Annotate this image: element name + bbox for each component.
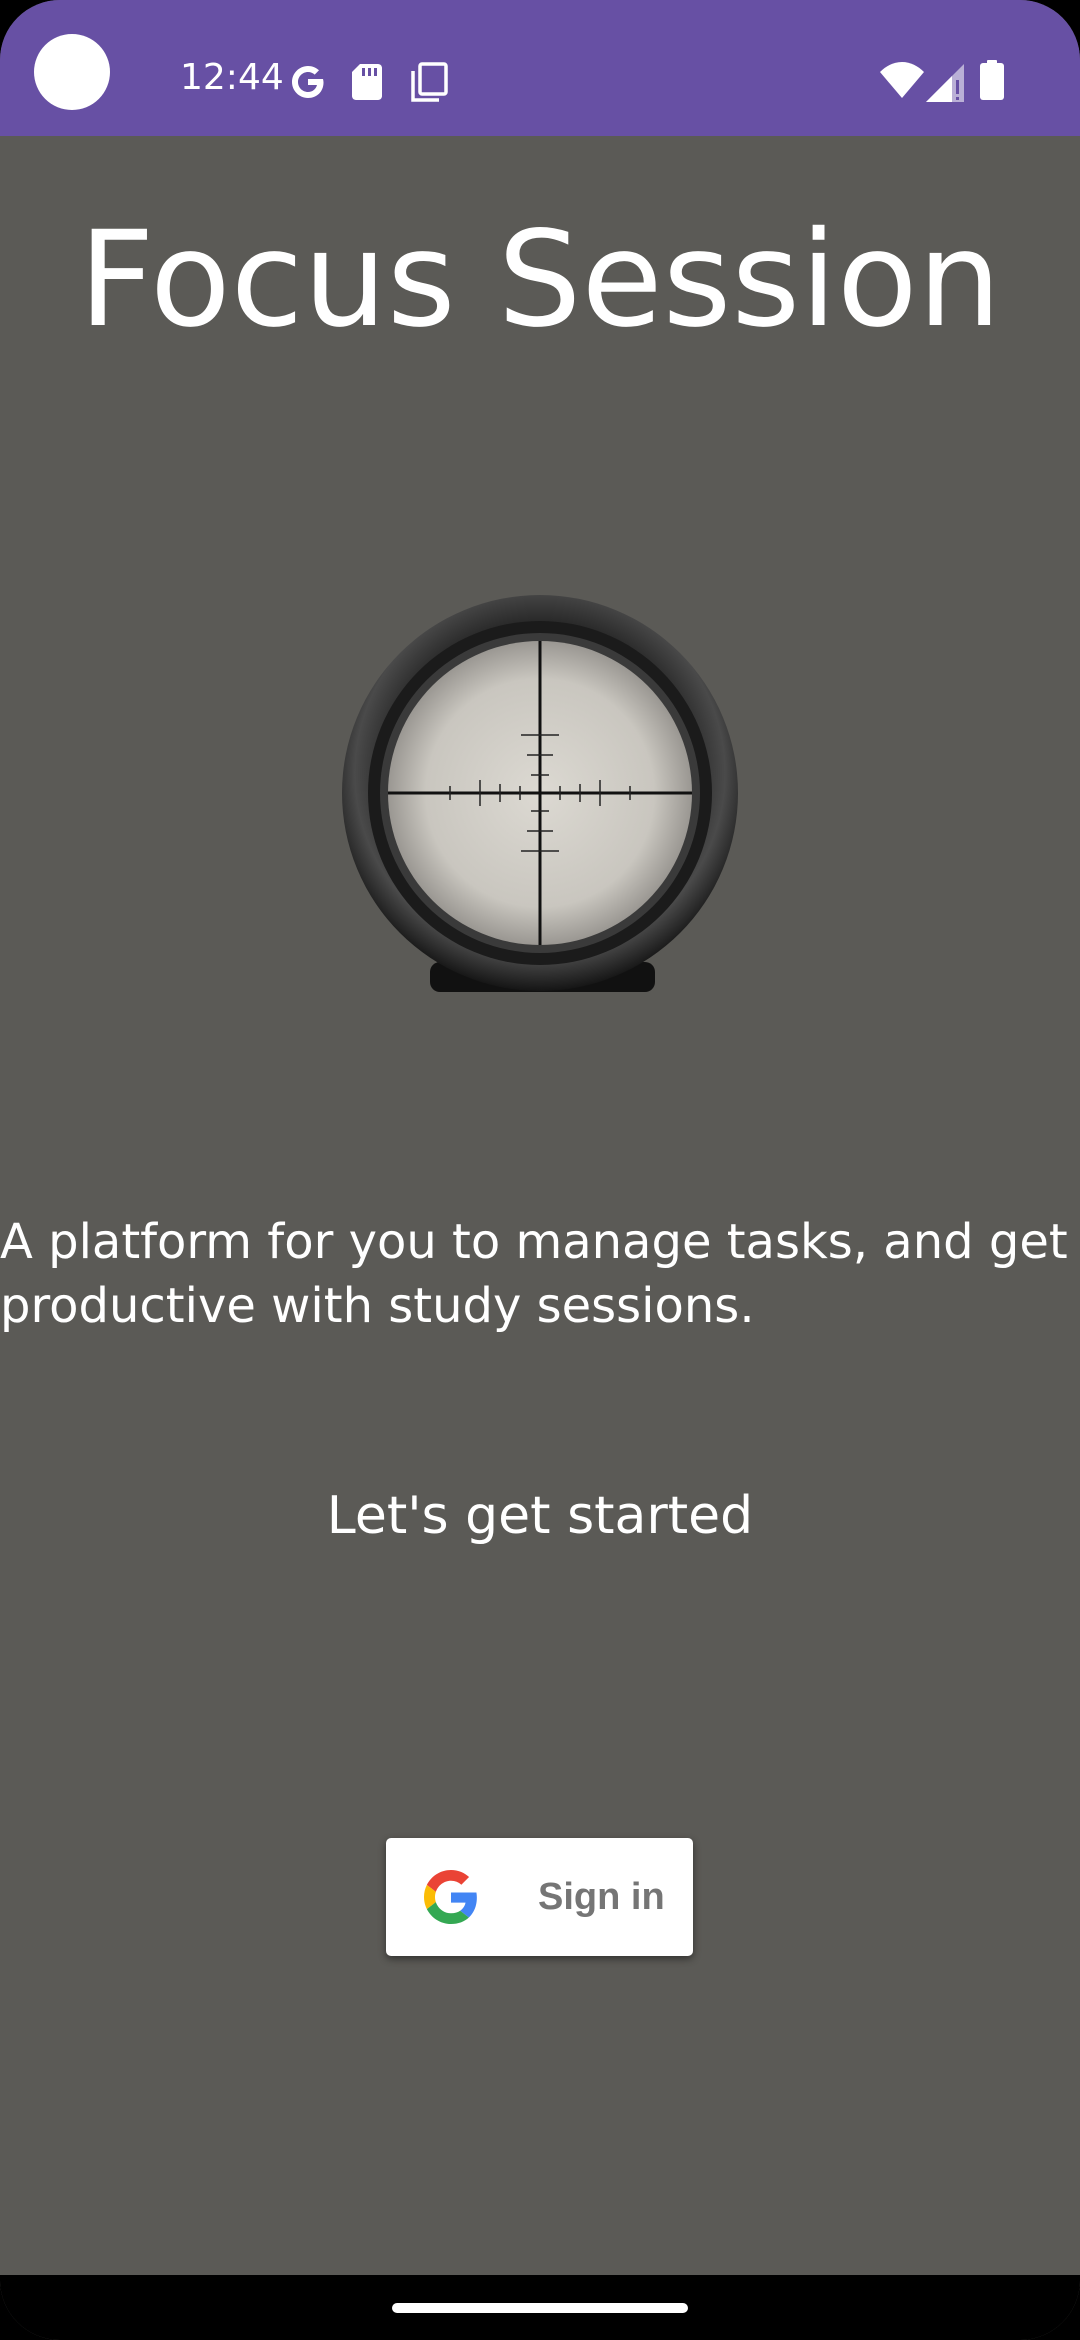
battery-icon: [980, 60, 1004, 100]
google-sign-in-button[interactable]: Sign in: [386, 1838, 693, 1956]
status-clock: 12:44: [180, 57, 284, 98]
sign-in-label: Sign in: [538, 1876, 665, 1918]
home-indicator[interactable]: [392, 2303, 688, 2313]
sd-card-icon: [352, 64, 382, 100]
app-title: Focus Session: [78, 203, 1002, 357]
google-logo-icon: [424, 1870, 477, 1924]
get-started-text: Let's get started: [326, 1486, 754, 1546]
app-screen: 12:44 Focus Session A platform for you t…: [0, 0, 1080, 2340]
google-g-icon: [292, 66, 324, 98]
rifle-scope-crosshair-image: [342, 595, 738, 992]
screenshot-icon: [411, 62, 448, 102]
status-bar: 12:44: [0, 0, 1080, 136]
tagline-text: A platform for you to manage tasks, and …: [0, 1214, 1068, 1334]
cellular-signal-icon: [926, 64, 964, 102]
camera-cutout: [34, 34, 110, 110]
wifi-icon: [880, 62, 924, 98]
